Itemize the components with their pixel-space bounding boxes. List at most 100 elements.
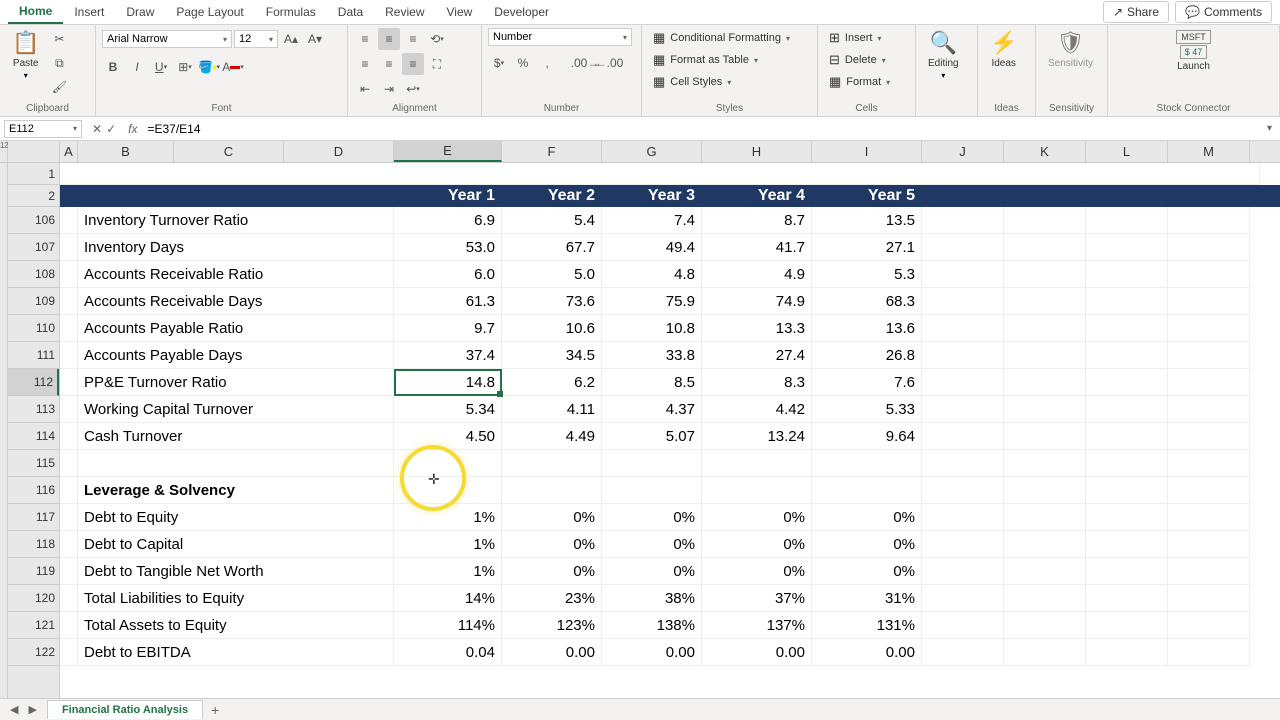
fx-icon[interactable]: fx <box>122 122 143 136</box>
formula-input[interactable] <box>143 120 1259 138</box>
cell[interactable]: 26.8 <box>812 342 922 369</box>
percent-button[interactable]: % <box>512 52 534 74</box>
cell[interactable]: 6.9 <box>394 207 502 234</box>
cell[interactable]: 1% <box>394 558 502 585</box>
cell[interactable]: 4.50 <box>394 423 502 450</box>
cell[interactable]: 5.4 <box>502 207 602 234</box>
cell[interactable]: 5.34 <box>394 396 502 423</box>
col-e[interactable]: E <box>394 141 502 162</box>
font-color-button[interactable]: A▾ <box>222 56 244 78</box>
cell[interactable]: 123% <box>502 612 602 639</box>
cell[interactable]: 9.7 <box>394 315 502 342</box>
outline-gutter[interactable] <box>0 163 8 698</box>
cell[interactable]: 41.7 <box>702 234 812 261</box>
copy-button[interactable]: ⧉ <box>48 52 70 74</box>
data-row[interactable]: Working Capital Turnover5.344.114.374.42… <box>60 396 1280 423</box>
cell[interactable]: 14% <box>394 585 502 612</box>
row-113[interactable]: 113 <box>8 396 59 423</box>
cell[interactable]: 53.0 <box>394 234 502 261</box>
data-row[interactable]: Accounts Receivable Ratio6.05.04.84.95.3 <box>60 261 1280 288</box>
cell[interactable]: 1% <box>394 531 502 558</box>
row-115[interactable]: 115 <box>8 450 59 477</box>
row-110[interactable]: 110 <box>8 315 59 342</box>
cell[interactable]: 38% <box>602 585 702 612</box>
cell[interactable]: 4.9 <box>702 261 812 288</box>
cell[interactable]: 0% <box>812 531 922 558</box>
tab-home[interactable]: Home <box>8 0 63 24</box>
share-button[interactable]: ↗Share <box>1103 1 1169 23</box>
cell[interactable]: 37% <box>702 585 812 612</box>
align-middle-button[interactable]: ≡ <box>378 28 400 50</box>
cell[interactable]: 4.37 <box>602 396 702 423</box>
cell[interactable]: 34.5 <box>502 342 602 369</box>
cell[interactable] <box>812 477 922 504</box>
orientation-button[interactable]: ⟲▾ <box>426 28 448 50</box>
cell[interactable]: 0% <box>812 558 922 585</box>
data-row[interactable]: Cash Turnover4.504.495.0713.249.64 <box>60 423 1280 450</box>
format-as-table-button[interactable]: ▦Format as Table▾ <box>648 50 763 70</box>
accept-formula-button[interactable]: ✓ <box>106 122 116 136</box>
col-c[interactable]: C <box>174 141 284 162</box>
sensitivity-button[interactable]: 🛡 Sensitivity <box>1042 28 1099 71</box>
data-row[interactable]: Debt to Capital1%0%0%0%0% <box>60 531 1280 558</box>
decrease-font-button[interactable]: A▾ <box>304 28 326 50</box>
cell[interactable]: 31% <box>812 585 922 612</box>
cell[interactable]: 4.49 <box>502 423 602 450</box>
cell[interactable]: 0% <box>502 558 602 585</box>
data-row[interactable]: Accounts Receivable Days61.373.675.974.9… <box>60 288 1280 315</box>
cell[interactable]: 0.04 <box>394 639 502 666</box>
prev-sheet-button[interactable]: ◀ <box>6 701 22 718</box>
data-row[interactable]: Accounts Payable Days37.434.533.827.426.… <box>60 342 1280 369</box>
row-117[interactable]: 117 <box>8 504 59 531</box>
tab-data[interactable]: Data <box>327 1 374 23</box>
col-l[interactable]: L <box>1086 141 1168 162</box>
cell[interactable]: 27.4 <box>702 342 812 369</box>
cell[interactable]: 5.3 <box>812 261 922 288</box>
next-sheet-button[interactable]: ▶ <box>24 701 40 718</box>
expand-formula-button[interactable]: ▾ <box>1259 123 1280 134</box>
cell[interactable]: 7.4 <box>602 207 702 234</box>
cell[interactable]: 13.5 <box>812 207 922 234</box>
align-top-button[interactable]: ≡ <box>354 28 376 50</box>
decrease-decimal-button[interactable]: ←.00 <box>598 52 620 74</box>
cell[interactable]: 8.5 <box>602 369 702 396</box>
bold-button[interactable]: B <box>102 56 124 78</box>
cut-button[interactable]: ✂ <box>48 28 70 50</box>
tab-page-layout[interactable]: Page Layout <box>165 1 254 23</box>
select-all-button[interactable] <box>8 141 60 162</box>
col-k[interactable]: K <box>1004 141 1086 162</box>
increase-decimal-button[interactable]: .00→ <box>574 52 596 74</box>
cell[interactable] <box>812 450 922 477</box>
col-a[interactable]: A <box>60 141 78 162</box>
cell[interactable]: 8.3 <box>702 369 812 396</box>
cell[interactable] <box>702 477 812 504</box>
ideas-button[interactable]: ⚡ Ideas <box>984 28 1023 71</box>
row-116[interactable]: 116 <box>8 477 59 504</box>
cell[interactable]: 23% <box>502 585 602 612</box>
cell[interactable]: 10.8 <box>602 315 702 342</box>
cell[interactable]: 68.3 <box>812 288 922 315</box>
cell[interactable]: 9.64 <box>812 423 922 450</box>
cell[interactable]: 14.8 <box>394 369 502 396</box>
cell[interactable]: 13.24 <box>702 423 812 450</box>
cell[interactable]: 0% <box>602 558 702 585</box>
data-row[interactable]: Debt to EBITDA0.040.000.000.000.00 <box>60 639 1280 666</box>
cell[interactable]: 0% <box>502 531 602 558</box>
row-2[interactable]: 2 <box>8 185 59 207</box>
cells-area[interactable]: Year 1 Year 2 Year 3 Year 4 Year 5 Inven… <box>60 163 1280 698</box>
insert-cells-button[interactable]: ⊞Insert▾ <box>824 28 886 48</box>
row-122[interactable]: 122 <box>8 639 59 666</box>
cell[interactable]: 6.0 <box>394 261 502 288</box>
cell[interactable]: 67.7 <box>502 234 602 261</box>
align-center-button[interactable]: ≡ <box>378 53 400 75</box>
row-121[interactable]: 121 <box>8 612 59 639</box>
increase-indent-button[interactable]: ⇥ <box>378 78 400 100</box>
cell[interactable]: 0% <box>502 504 602 531</box>
col-i[interactable]: I <box>812 141 922 162</box>
data-row[interactable]: Leverage & Solvency <box>60 477 1280 504</box>
data-row[interactable]: PP&E Turnover Ratio14.86.28.58.37.6 <box>60 369 1280 396</box>
cell[interactable] <box>502 450 602 477</box>
data-row[interactable]: Inventory Days53.067.749.441.727.1 <box>60 234 1280 261</box>
col-h[interactable]: H <box>702 141 812 162</box>
align-bottom-button[interactable]: ≡ <box>402 28 424 50</box>
